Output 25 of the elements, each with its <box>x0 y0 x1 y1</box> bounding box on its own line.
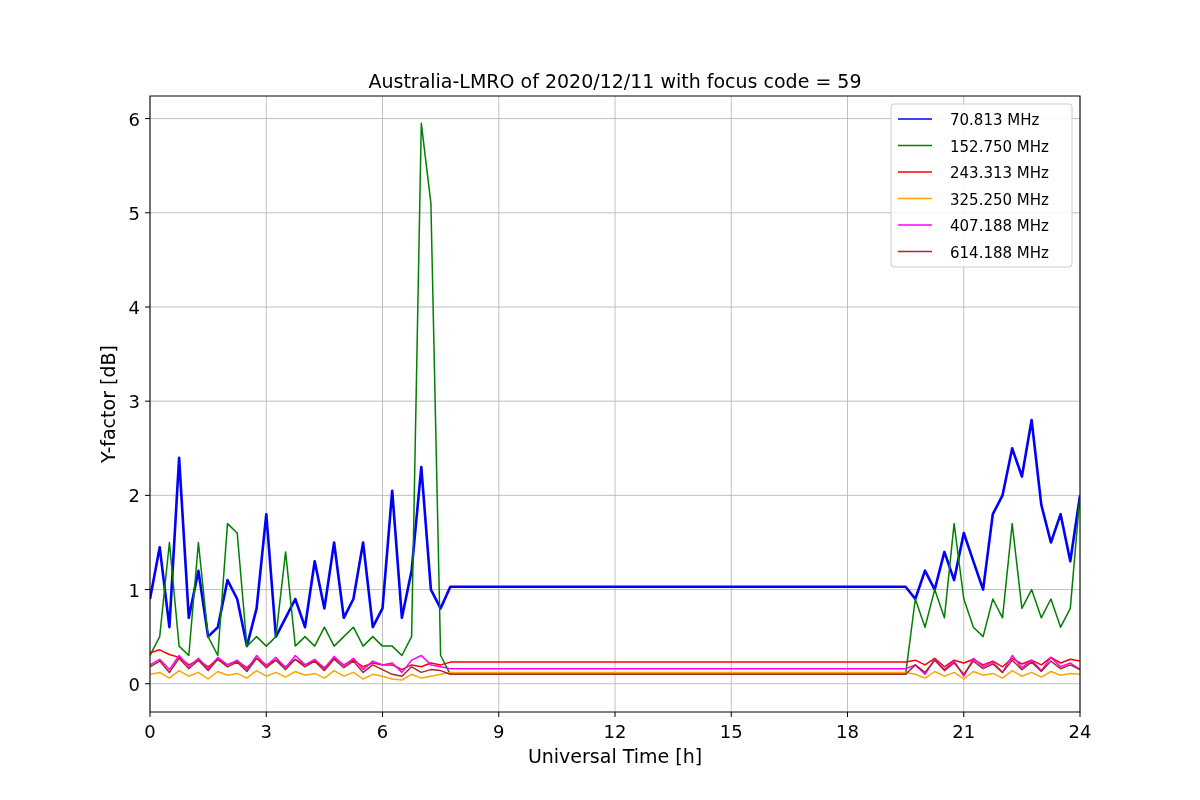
legend-label: 70.813 MHz <box>950 111 1040 129</box>
tick-label: 5 <box>128 202 140 224</box>
legend-label: 243.313 MHz <box>950 164 1049 182</box>
legend-label: 407.188 MHz <box>950 217 1049 235</box>
tick-label: 3 <box>128 391 140 413</box>
axis-label: Y-factor [dB] <box>97 345 119 463</box>
tick-label: 15 <box>719 721 743 742</box>
tick-label: 0 <box>128 673 140 695</box>
tick-label: 3 <box>260 721 272 742</box>
tick-label: 9 <box>493 721 505 742</box>
chart-title: Australia-LMRO of 2020/12/11 with focus code = 59 <box>368 70 862 92</box>
legend-label: 152.750 MHz <box>950 137 1049 156</box>
legend-label: 614.188 MHz <box>950 243 1049 262</box>
legend-label: 325.250 MHz <box>950 190 1049 209</box>
tick-label: 6 <box>128 108 140 130</box>
axis-label: Universal Time [h] <box>527 745 703 767</box>
tick-label: 12 <box>603 721 627 742</box>
tick-label: 24 <box>1068 721 1092 742</box>
tick-label: 4 <box>128 297 140 318</box>
tick-label: 1 <box>128 579 140 601</box>
tick-label: 2 <box>128 485 140 507</box>
tick-label: 6 <box>376 721 389 742</box>
tick-label: 21 <box>952 721 976 742</box>
tick-label: 18 <box>836 721 859 742</box>
tick-label: 0 <box>144 721 156 742</box>
